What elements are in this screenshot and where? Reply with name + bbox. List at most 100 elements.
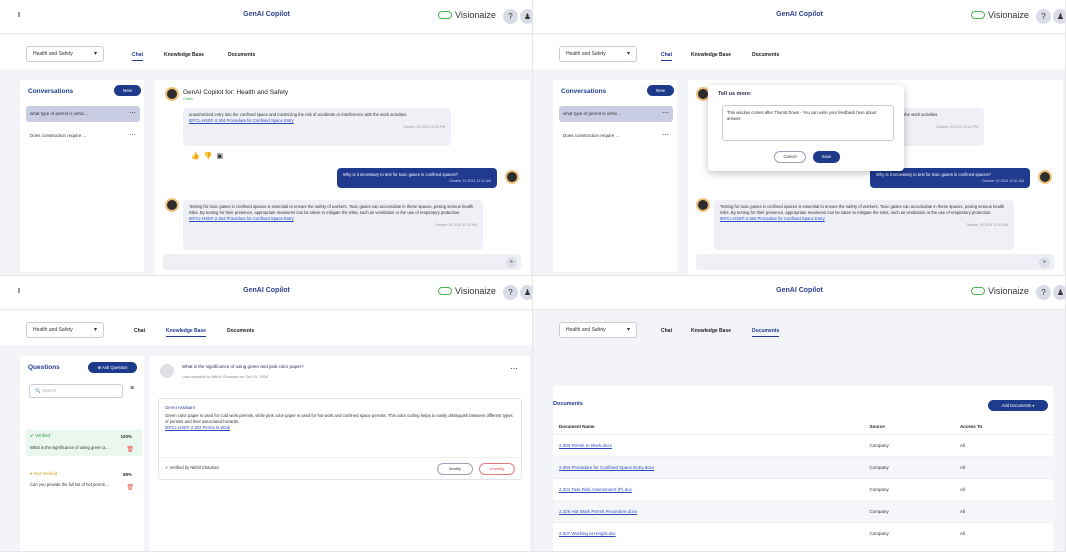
more-icon[interactable]: ⋯ — [662, 109, 669, 117]
brand-icon — [971, 287, 985, 295]
source-link[interactable]: IEFCL-HSEF-2.304 Procedure for Confined … — [189, 118, 294, 123]
help-icon[interactable]: ? — [1036, 9, 1051, 24]
message-input[interactable]: ➤ — [696, 254, 1054, 270]
message-text: Testing for toxic gases in confined spac… — [189, 204, 474, 215]
thumbs-up-icon[interactable]: 👍 — [191, 153, 204, 160]
trash-icon[interactable]: 🗑 — [126, 446, 134, 453]
new-conversation-button[interactable]: New — [114, 85, 141, 96]
domain-select[interactable]: Health and Safety ▾ — [559, 46, 637, 62]
conversations-title: Conversations — [28, 88, 74, 95]
conversation-item[interactable]: what type of permit is vehic... ⋯ — [559, 106, 673, 122]
help-icon[interactable]: ? — [503, 9, 518, 24]
help-icon[interactable]: ? — [503, 285, 518, 300]
question-card[interactable]: ● Not Verified 88% Can you provide the f… — [26, 468, 142, 494]
document-link[interactable]: 2.327 Working at Height.doc — [553, 522, 864, 544]
brand-icon — [971, 11, 985, 19]
new-conversation-button[interactable]: New — [647, 85, 674, 96]
message-timestamp: October 15 2024 10:43 PM — [402, 125, 445, 129]
tab-knowledge-base[interactable]: Knowledge Base — [691, 52, 731, 58]
document-link[interactable]: 2.304 Procedure for Confined Space Entry… — [553, 456, 864, 479]
tab-documents[interactable]: Documents — [752, 328, 780, 337]
tab-documents[interactable]: Documents — [752, 52, 779, 58]
user-icon[interactable]: ♟ — [1053, 285, 1065, 300]
brand-logo: Visionaize — [971, 286, 1029, 296]
tab-chat[interactable]: Chat — [661, 328, 672, 334]
answer-text: Green color paper is used for cold work … — [165, 413, 513, 424]
questions-list: Questions ⊕ Ask Question 🔍 Search ≡ ✔ Ve… — [20, 356, 144, 551]
conversations-title: Conversations — [561, 88, 607, 95]
search-input[interactable]: 🔍 Search — [29, 384, 123, 398]
tab-chat[interactable]: Chat — [134, 328, 145, 334]
domain-select[interactable]: Health and Safety ▾ — [26, 322, 104, 338]
user-icon[interactable]: ♟ — [520, 285, 532, 300]
feedback-modal: Tell us more: This window comes after Th… — [708, 85, 904, 171]
document-link[interactable]: 2.303 Permit to Work.docx — [553, 434, 864, 457]
user-icon[interactable]: ♟ — [520, 9, 532, 24]
domain-select-value: Health and Safety — [33, 327, 73, 333]
knowledge-base-panel: GenAI Copilot Visionaize ? ♟ Health and … — [0, 276, 533, 552]
conversation-item[interactable]: Does construction require ... ⋯ — [559, 128, 673, 144]
feedback-textarea[interactable]: This window comes after Thumb Down - You… — [722, 105, 894, 141]
cancel-button[interactable]: Cancel — [774, 151, 806, 163]
column-header: Document Name — [553, 419, 864, 435]
brand-icon — [438, 11, 452, 19]
source-link[interactable]: IEFCL-HSEF-2.303 Permit to Work — [165, 425, 230, 430]
check-circle-icon: ✔ — [165, 465, 169, 470]
ask-question-button[interactable]: ⊕ Ask Question — [88, 362, 137, 373]
unverify-button[interactable]: Unverify — [479, 463, 515, 475]
user-avatar — [1038, 170, 1052, 184]
domain-select-value: Health and Safety — [566, 51, 606, 57]
domain-select[interactable]: Health and Safety ▾ — [559, 322, 637, 338]
sub-bar: Health and Safety ▾ Chat Knowledge Base D… — [533, 311, 1065, 345]
more-icon[interactable]: ⋯ — [510, 364, 518, 373]
user-icon[interactable]: ♟ — [1053, 9, 1065, 24]
more-icon[interactable]: ⋯ — [662, 131, 669, 139]
conversation-label: Does construction require ... — [30, 133, 87, 138]
conversation-label: Does construction require ... — [563, 133, 620, 138]
user-message: Why is it necessary to test for toxic ga… — [337, 168, 497, 188]
save-button[interactable]: Save — [813, 151, 840, 163]
send-icon[interactable]: ➤ — [506, 257, 517, 268]
more-icon[interactable]: ⋯ — [129, 131, 136, 139]
tab-chat[interactable]: Chat — [661, 52, 673, 61]
document-link[interactable]: 2.321 Task Risk Assessment (P).doc — [553, 478, 864, 501]
tab-documents[interactable]: Documents — [227, 328, 254, 334]
conversation-item[interactable]: what type of permit is vehic... ⋯ — [26, 106, 140, 122]
tab-documents[interactable]: Documents — [228, 52, 255, 58]
message-text: Testing for toxic gases in confined spac… — [720, 204, 1005, 215]
add-documents-button[interactable]: Add Documents ▾ — [988, 400, 1048, 411]
conversation-item[interactable]: Does construction require ... ⋯ — [26, 128, 140, 144]
modify-button[interactable]: Modify — [437, 463, 473, 475]
tab-knowledge-base[interactable]: Knowledge Base — [691, 328, 731, 334]
top-bar: GenAI Copilot Visionaize ? ♟ — [533, 0, 1065, 34]
table-row: 2.321 Task Risk Assessment (P).doc Compa… — [553, 478, 1053, 501]
help-icon[interactable]: ? — [1036, 285, 1051, 300]
source-link[interactable]: IEFCL-HSEF-2.304 Procedure for Confined … — [720, 216, 825, 221]
more-icon[interactable]: ⋯ — [129, 109, 136, 117]
table-header-row: Document Name Source Access To — [553, 419, 1053, 435]
message-timestamp: October 15 2024 12:31 AM — [982, 179, 1024, 183]
question-card[interactable]: ✔ Verified 100% What is the significance… — [26, 430, 142, 456]
bot-message: Testing for toxic gases in confined spac… — [714, 200, 1014, 250]
domain-select[interactable]: Health and Safety ▾ — [26, 46, 104, 62]
filter-icon[interactable]: ≡ — [130, 385, 134, 392]
message-input[interactable]: ➤ — [163, 254, 521, 270]
brand-name: Visionaize — [455, 286, 496, 296]
tab-knowledge-base[interactable]: Knowledge Base — [164, 52, 204, 58]
copy-icon[interactable]: ▣ — [216, 153, 227, 160]
trash-icon[interactable]: 🗑 — [126, 484, 134, 491]
documents-panel: GenAI Copilot Visionaize ? ♟ Health and … — [533, 276, 1066, 552]
user-avatar — [160, 364, 174, 378]
document-link[interactable]: 2.326 Hot Work Permit Procedure.docx — [553, 500, 864, 523]
source-link[interactable]: IEFCL-HSEF-2.304 Procedure for Confined … — [189, 216, 294, 221]
online-status: Online — [183, 97, 194, 101]
tab-knowledge-base[interactable]: Knowledge Base — [166, 328, 207, 337]
send-icon[interactable]: ➤ — [1039, 257, 1050, 268]
sub-bar: Health and Safety ▾ Chat Knowledge Base D… — [533, 35, 1065, 69]
message-timestamp: October 15 2024 12:31 AM — [435, 223, 477, 227]
chat-title: GenAI Copilot for: Health and Safety — [183, 89, 289, 96]
tab-chat[interactable]: Chat — [132, 52, 144, 61]
thumbs-down-icon[interactable]: 👎 — [204, 153, 217, 160]
question-text: Can you provide the full list of hot per… — [30, 482, 109, 487]
bot-message: Testing for toxic gases in confined spac… — [183, 200, 483, 250]
